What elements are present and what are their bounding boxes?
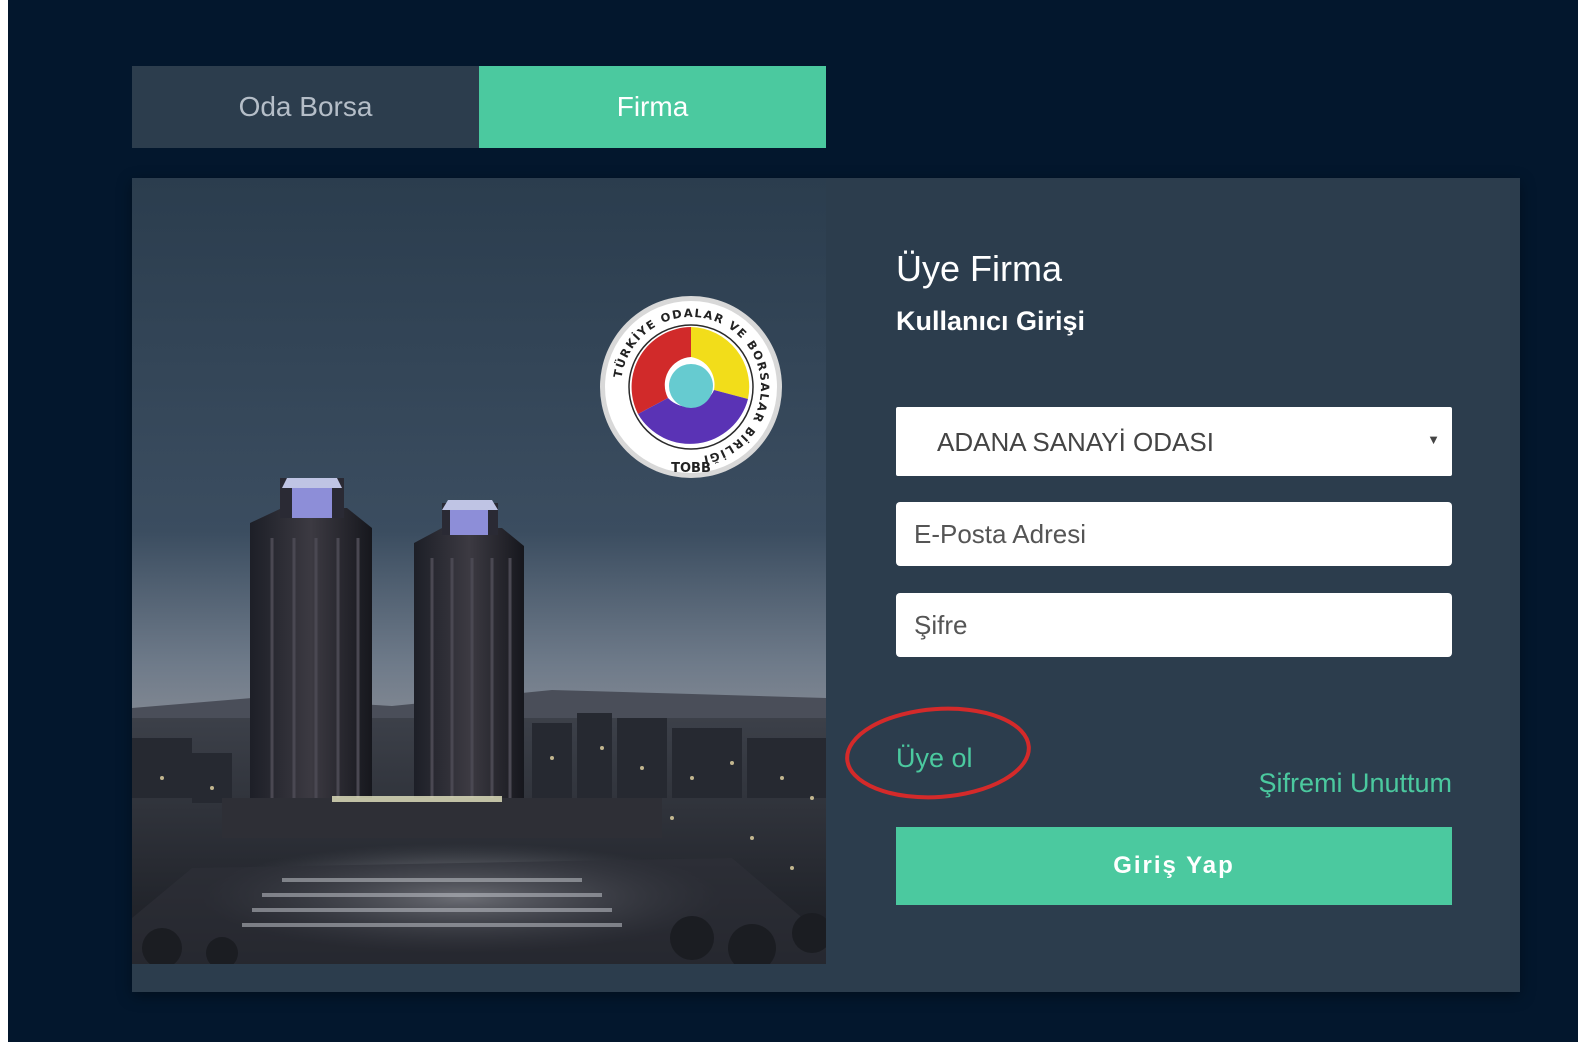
email-field[interactable] [896,502,1452,566]
page-background: Oda Borsa Firma TÜRKİYE ODALAR VE BORSAL… [8,0,1578,1042]
password-field[interactable] [896,593,1452,657]
logo-abbr: TOBB [671,461,711,476]
form-title: Üye Firma [896,248,1063,289]
login-card: TÜRKİYE ODALAR VE BORSALAR BİRLİĞİ TOBB … [132,178,1520,992]
login-form: Üye Firma Kullanıcı Girişi ADANA SANAYİ … [845,178,1452,992]
tab-firma[interactable]: Firma [479,66,826,148]
login-type-tabs: Oda Borsa Firma [132,66,826,148]
chamber-select[interactable]: ADANA SANAYİ ODASI ▼ [896,407,1452,476]
tab-oda-borsa[interactable]: Oda Borsa [132,66,479,148]
login-button[interactable]: Giriş Yap [896,827,1452,905]
tobb-towers-photo: TÜRKİYE ODALAR VE BORSALAR BİRLİĞİ TOBB [132,178,826,964]
dropdown-arrow-icon: ▼ [1427,432,1440,447]
forgot-password-link[interactable]: Şifremi Unuttum [1258,768,1452,799]
tobb-logo: TÜRKİYE ODALAR VE BORSALAR BİRLİĞİ TOBB [600,296,782,478]
register-link[interactable]: Üye ol [896,743,973,774]
chamber-select-value: ADANA SANAYİ ODASI [937,427,1214,457]
form-subtitle: Kullanıcı Girişi [896,306,1086,336]
